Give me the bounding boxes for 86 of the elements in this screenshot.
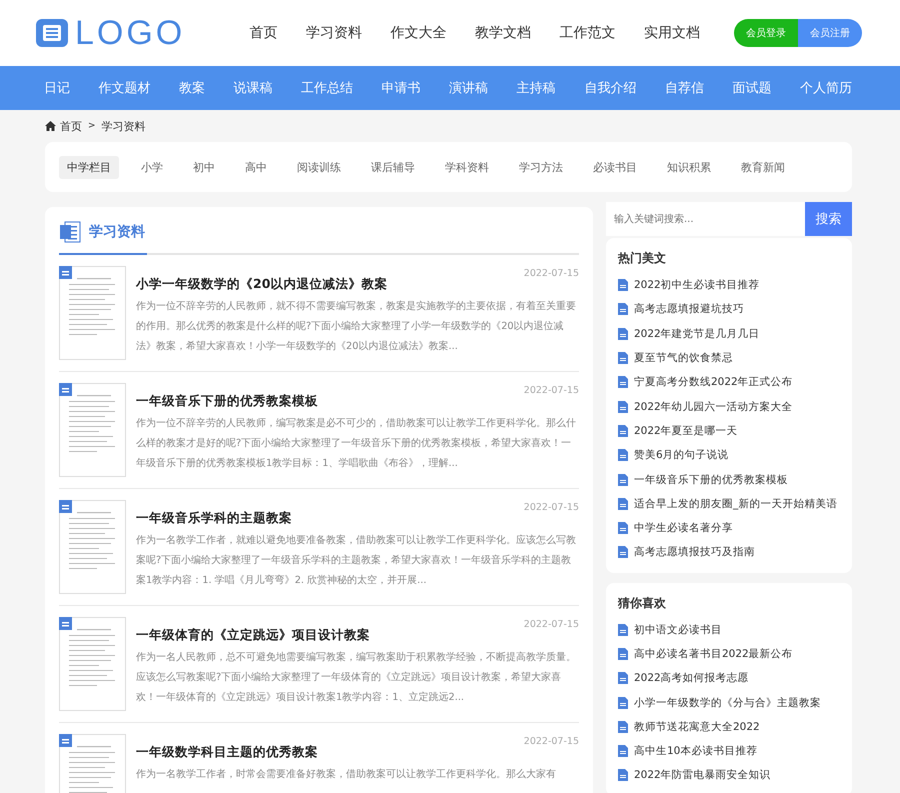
article-link[interactable]: 适合早上发的朋友圈_新的一天开始精美语 (634, 496, 838, 511)
article-date: 2022-07-15 (524, 502, 579, 513)
document-icon (618, 696, 628, 709)
document-icon (618, 522, 628, 534)
document-icon (618, 474, 628, 486)
document-icon (59, 221, 81, 243)
subnav-tab[interactable]: 知识积累 (659, 156, 719, 178)
subnav-tab[interactable]: 阅读训练 (289, 156, 349, 178)
document-icon (618, 769, 628, 782)
article-title[interactable]: 一年级数学科目主题的优秀教案 (136, 744, 318, 761)
article-summary: 作为一位不辞辛劳的人民教师，就不得不需要编写教案，教案是实施教学的主要依据，有着至关重要的作用。那么优秀的教案是什么样的呢?下面小编给大家整理了小学一年级数学的《20以内退位减法》教案，希望大家喜欢！小学一年级数学的《20以内退位减法》教案... (136, 300, 577, 354)
document-icon (618, 720, 628, 733)
article-date: 2022-07-15 (524, 619, 579, 630)
document-icon (618, 328, 628, 340)
article-title[interactable]: 一年级体育的《立定跳远》项目设计教案 (136, 627, 370, 644)
document-icon (618, 424, 628, 437)
widget-title: 猜你喜欢 (618, 594, 667, 612)
subnav-tab[interactable]: 学习方法 (511, 156, 571, 178)
search-field[interactable]: 输入关键词搜索... (606, 202, 805, 236)
document-icon (618, 376, 628, 388)
article-link[interactable]: 2022年夏至是哪一天 (634, 424, 738, 438)
logo-icon (35, 18, 69, 48)
article-summary: 作为一位不辞辛劳的人民教师，编写教案是必不可少的，借助教案可以让教学工作更科学化。那么什么样的教案才是好的呢?下面小编给大家整理了一年级音乐下册的优秀教案模板，希望大家喜欢！一年级音乐下册的优秀教案模板1教学目标：1、学唱歌曲《布谷》，理解... (136, 416, 577, 471)
document-thumbnail[interactable] (59, 383, 126, 477)
document-icon (618, 303, 628, 316)
subnav-tab[interactable]: 教育新闻 (733, 156, 793, 178)
subnav-tab[interactable]: 高中 (237, 156, 275, 178)
article-link[interactable]: 赞美6月的句子说说 (634, 448, 729, 462)
subnav-tab[interactable]: 小学 (133, 156, 171, 178)
subnav-tab[interactable]: 学科资料 (437, 156, 497, 178)
document-icon (618, 546, 628, 558)
article-link[interactable]: 高中必读名著书目2022最新公布 (634, 647, 793, 661)
nav-link[interactable]: 教学文档 (474, 24, 531, 42)
article-title[interactable]: 小学一年级数学的《20以内退位减法》教案 (136, 276, 388, 293)
article-link[interactable]: 小学一年级数学的《分与合》主题教案 (634, 696, 821, 710)
logo-text: LOGO (75, 16, 186, 50)
nav-link[interactable]: 首页 (249, 24, 278, 42)
document-icon (618, 498, 628, 510)
article-date: 2022-07-15 (524, 268, 579, 279)
article-date: 2022-07-15 (524, 385, 579, 396)
article-title[interactable]: 一年级音乐下册的优秀教案模板 (136, 393, 318, 410)
article-link[interactable]: 高考志愿填报避坑技巧 (634, 302, 744, 316)
article-date: 2022-07-15 (524, 736, 579, 747)
article-link[interactable]: 一年级音乐下册的优秀教案模板 (634, 472, 788, 487)
article-summary: 作为一名教学工作者，就难以避免地要准备教案，借助教案可以让教学工作更科学化。应该怎么写教案呢?下面小编给大家整理了一年级音乐学科的主题教案，希望大家喜欢！一年级音乐学科的主题教案1教学内容：1. 学唱《月儿弯弯》2. 欣赏神秘的太空，并开展... (136, 534, 577, 588)
article-link[interactable]: 高中生10本必读书目推荐 (634, 744, 758, 758)
document-thumbnail[interactable] (59, 266, 126, 360)
article-link[interactable]: 2022初中生必读书目推荐 (634, 278, 760, 292)
article-link[interactable]: 中学生必读名著分享 (634, 521, 733, 536)
subnav-tab[interactable]: 必读书目 (585, 156, 645, 178)
widget-title: 热门美文 (618, 250, 667, 267)
document-thumbnail[interactable] (59, 617, 126, 711)
subnav-tab[interactable]: 课后辅导 (363, 156, 423, 178)
document-icon (618, 400, 628, 413)
article-link[interactable]: 2022年防雷电暴雨安全知识 (634, 768, 771, 782)
document-icon (618, 279, 628, 292)
document-icon (618, 449, 628, 462)
document-icon (618, 648, 628, 660)
article-summary: 作为一名人民教师，总不可避免地需要编写教案，编写教案助于积累教学经验，不断提高教学质量。应该怎么写教案呢?下面小编给大家整理了一年级体育的《立定跳远》项目设计教案，希望大家喜欢！一年级体育的《立定跳远》项目设计教案1教学内容：1、立定跳远2... (136, 650, 577, 705)
nav-link[interactable]: 实用文档 (644, 24, 700, 42)
document-icon (618, 352, 628, 364)
breadcrumb-link[interactable]: 首页 (60, 118, 82, 134)
article-link[interactable]: 2022年建党节是几月几日 (634, 326, 760, 341)
document-icon (618, 624, 628, 636)
article-summary: 作为一名教学工作者，时常会需要准备好教案，借助教案可以让教学工作更科学化。那么大家有 (136, 768, 557, 782)
article-link[interactable]: 夏至节气的饮食禁忌 (634, 351, 733, 366)
nav-link[interactable]: 学习资料 (306, 24, 362, 42)
article-link[interactable]: 初中语文必读书目 (634, 622, 722, 637)
article-link[interactable]: 教师节送花寓意大全2022 (634, 720, 760, 734)
article-link[interactable]: 2022高考如何报考志愿 (634, 671, 749, 686)
breadcrumb-separator: > (88, 121, 96, 131)
section-title: 学习资料 (89, 223, 145, 241)
subnav-tab[interactable]: 中学栏目 (59, 156, 119, 178)
article-link[interactable]: 2022年幼儿园六一活动方案大全 (634, 400, 793, 414)
home-icon (45, 121, 56, 131)
search-button[interactable]: 搜索 (805, 202, 852, 236)
breadcrumb-link[interactable]: 学习资料 (102, 118, 146, 134)
article-title[interactable]: 一年级音乐学科的主题教案 (136, 510, 292, 527)
document-icon (618, 672, 628, 684)
document-thumbnail[interactable] (59, 500, 126, 594)
article-link[interactable]: 宁夏高考分数线2022年正式公布 (634, 375, 793, 390)
subnav-tab[interactable]: 初中 (185, 156, 223, 178)
nav-link[interactable]: 作文大全 (390, 24, 446, 42)
nav-link[interactable]: 工作范文 (559, 24, 616, 42)
document-icon (618, 745, 628, 758)
article-link[interactable]: 高考志愿填报技巧及指南 (634, 545, 755, 560)
